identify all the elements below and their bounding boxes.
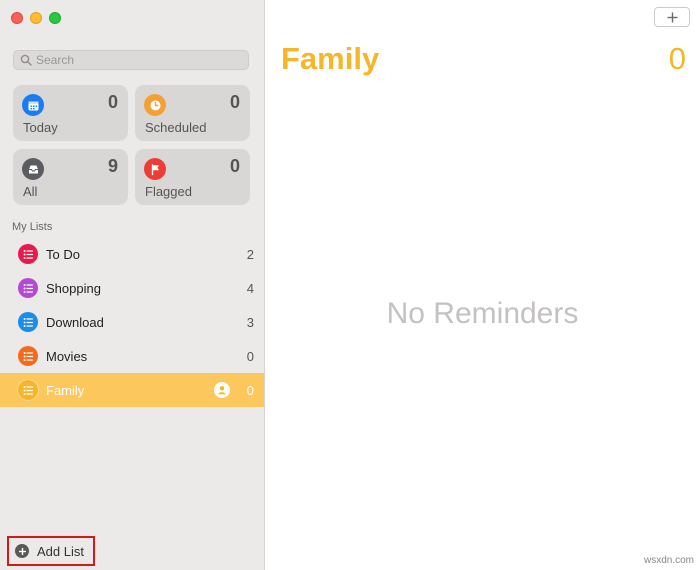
list-count: 2 <box>246 246 254 262</box>
minimize-window-button[interactable] <box>30 12 42 24</box>
list-item-shopping[interactable]: Shopping 4 <box>0 271 264 305</box>
new-reminder-button[interactable] <box>654 7 690 27</box>
close-window-button[interactable] <box>11 12 23 24</box>
my-lists-heading: My Lists <box>12 221 53 233</box>
smart-list-today[interactable]: 0 Today <box>13 85 128 141</box>
reminders-window: 0 Today 0 Scheduled 9 All 0 Flagged My L… <box>0 0 700 570</box>
my-lists: To Do 2 Shopping 4 Download 3 Movies 0 F… <box>0 237 264 407</box>
list-bullet-icon <box>18 244 38 264</box>
list-count: 0 <box>246 348 254 364</box>
shared-person-icon <box>214 382 230 398</box>
list-count: 3 <box>246 314 254 330</box>
smart-list-count: 0 <box>229 156 240 176</box>
list-name: Family <box>46 382 85 398</box>
add-list-button[interactable]: Add List <box>7 536 95 566</box>
list-name: Movies <box>46 348 88 364</box>
list-count: 0 <box>246 382 254 398</box>
smart-list-label: All <box>23 184 38 199</box>
list-item-to-do[interactable]: To Do 2 <box>0 237 264 271</box>
list-name: Download <box>46 314 104 330</box>
list-bullet-icon <box>18 380 38 400</box>
list-item-family[interactable]: Family 0 <box>0 373 264 407</box>
list-item-download[interactable]: Download 3 <box>0 305 264 339</box>
smart-list-label: Today <box>23 120 58 135</box>
zoom-window-button[interactable] <box>49 12 61 24</box>
list-bullet-icon <box>18 346 38 366</box>
sidebar: 0 Today 0 Scheduled 9 All 0 Flagged My L… <box>0 0 265 570</box>
clock-icon <box>144 94 166 116</box>
smart-list-all[interactable]: 9 All <box>13 149 128 205</box>
smart-list-count: 9 <box>107 156 118 176</box>
list-total-count: 0 <box>668 41 686 76</box>
list-item-movies[interactable]: Movies 0 <box>0 339 264 373</box>
list-detail-pane: Family 0 No Reminders wsxdn.com <box>265 0 700 570</box>
smart-list-scheduled[interactable]: 0 Scheduled <box>135 85 250 141</box>
add-list-label: Add List <box>37 543 84 559</box>
calendar-icon <box>22 94 44 116</box>
list-count: 4 <box>246 280 254 296</box>
search-input[interactable] <box>32 53 236 67</box>
smart-list-count: 0 <box>229 92 240 112</box>
plus-icon <box>667 12 677 22</box>
search-field[interactable] <box>13 50 249 70</box>
list-name: Shopping <box>46 280 101 296</box>
plus-circle-icon <box>15 544 29 558</box>
smart-list-label: Scheduled <box>145 120 207 135</box>
smart-list-count: 0 <box>107 92 118 112</box>
list-bullet-icon <box>18 312 38 332</box>
watermark: wsxdn.com <box>643 555 694 566</box>
empty-state-message: No Reminders <box>386 297 579 330</box>
tray-icon <box>22 158 44 180</box>
window-controls <box>11 12 61 24</box>
list-name: To Do <box>46 246 80 262</box>
search-icon <box>20 54 32 66</box>
flag-icon <box>144 158 166 180</box>
list-bullet-icon <box>18 278 38 298</box>
smart-list-label: Flagged <box>145 184 192 199</box>
list-title: Family <box>281 41 380 76</box>
smart-list-flagged[interactable]: 0 Flagged <box>135 149 250 205</box>
